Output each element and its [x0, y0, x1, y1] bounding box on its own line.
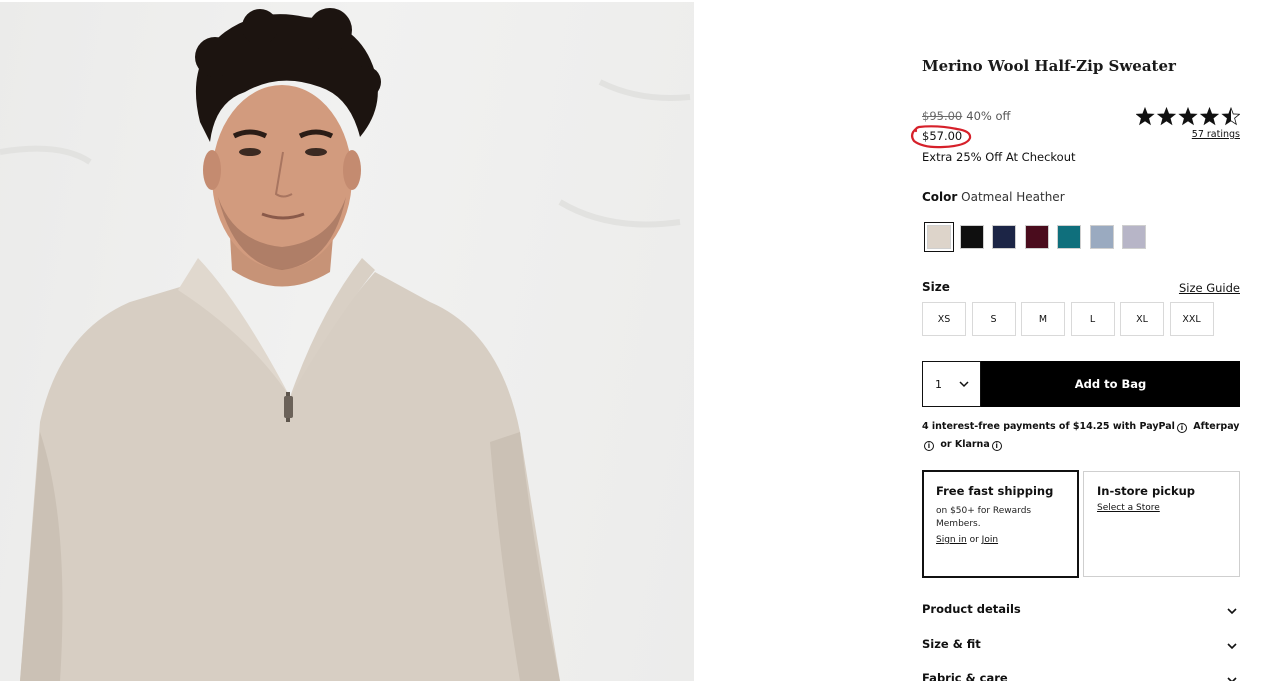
quantity-select[interactable]: 1: [922, 361, 981, 407]
size-option-xl[interactable]: XL: [1120, 302, 1164, 336]
pickup-option-card[interactable]: In-store pickup Select a Store: [1083, 471, 1240, 577]
chevron-down-icon: [1227, 643, 1237, 650]
info-icon[interactable]: i: [991, 441, 1002, 451]
add-to-bag-button[interactable]: Add to Bag: [981, 361, 1240, 407]
color-swatch[interactable]: [1119, 222, 1149, 252]
info-icon[interactable]: i: [1176, 423, 1187, 433]
accordion-label: Product details: [922, 602, 1021, 616]
color-chip: [992, 225, 1016, 249]
join-link[interactable]: Join: [982, 535, 998, 545]
price-row: $95.00 40% off: [922, 109, 1010, 123]
red-annotation-circle: [910, 125, 972, 149]
accordion-product-details[interactable]: Product details: [922, 602, 1240, 622]
star-icon: [1157, 108, 1176, 125]
size-option-xs[interactable]: XS: [922, 302, 966, 336]
payment-options: 4 interest-free payments of $14.25 with …: [922, 418, 1240, 454]
color-swatch[interactable]: [1022, 222, 1052, 252]
original-price: $95.00: [922, 109, 963, 123]
model-photo-illustration: [0, 8, 691, 681]
chevron-down-icon: [1227, 608, 1237, 615]
color-chip: [959, 225, 984, 249]
star-icon: [1200, 108, 1219, 125]
color-swatch[interactable]: [1054, 222, 1084, 252]
star-icon: [1179, 108, 1197, 125]
shipping-links: Sign in or Join: [936, 535, 1065, 545]
shipping-option-card[interactable]: Free fast shipping on $50+ for Rewards M…: [922, 470, 1079, 578]
star-icon: [1136, 108, 1154, 125]
quantity-value: 1: [935, 377, 942, 391]
accordion-label: Size & fit: [922, 637, 981, 651]
color-chip: [927, 225, 951, 249]
accordion-label: Fabric & care: [922, 671, 1008, 681]
shipping-subtitle: on $50+ for Rewards Members.: [936, 506, 1032, 529]
size-guide-link[interactable]: Size Guide: [1179, 281, 1240, 295]
product-info-panel: Merino Wool Half-Zip Sweater $95.00 40% o…: [910, 0, 1240, 681]
color-label: Color Oatmeal Heather: [922, 190, 1065, 204]
or-text: or: [969, 535, 979, 545]
pickup-title: In-store pickup: [1097, 484, 1196, 498]
star-rating[interactable]: [1136, 106, 1240, 128]
size-option-xxl[interactable]: XXL: [1169, 302, 1214, 336]
product-image[interactable]: [0, 2, 694, 681]
color-chip: [1122, 225, 1146, 249]
select-store-link[interactable]: Select a Store: [1097, 503, 1226, 513]
klarna-label: Klarna: [954, 439, 990, 450]
size-option-l[interactable]: L: [1070, 302, 1115, 336]
or-text: or: [940, 439, 952, 450]
size-option-s[interactable]: S: [971, 302, 1016, 336]
selected-color-name: Oatmeal Heather: [961, 190, 1065, 204]
accordion-fabric-care[interactable]: Fabric & care: [922, 671, 1240, 681]
sign-in-link[interactable]: Sign in: [936, 535, 967, 545]
color-swatch[interactable]: [924, 222, 954, 252]
color-chip: [1057, 225, 1081, 249]
color-chip: [1024, 225, 1049, 249]
promo-text: Extra 25% Off At Checkout: [922, 150, 1076, 164]
color-heading: Color: [922, 190, 958, 204]
star-icons: [1136, 106, 1240, 126]
product-title: Merino Wool Half-Zip Sweater: [922, 57, 1176, 75]
shipping-title: Free fast shipping: [936, 484, 1054, 498]
color-chip: [1089, 225, 1114, 249]
size-heading: Size: [922, 280, 950, 294]
color-swatch[interactable]: [989, 222, 1019, 252]
chevron-down-icon: [1227, 677, 1237, 681]
paypal-label: PayPal: [1139, 421, 1175, 432]
size-option-m[interactable]: M: [1021, 302, 1065, 336]
payment-text: 4 interest-free payments of $14.25 with: [922, 421, 1137, 432]
info-icon[interactable]: i: [924, 441, 934, 451]
afterpay-label: Afterpay: [1193, 421, 1240, 432]
color-swatch[interactable]: [957, 222, 987, 252]
accordion-size-fit[interactable]: Size & fit: [922, 637, 1240, 657]
discount-percent: 40% off: [966, 109, 1011, 123]
ratings-link[interactable]: 57 ratings: [1192, 129, 1240, 140]
chevron-down-icon: [959, 381, 969, 388]
color-swatch[interactable]: [1087, 222, 1117, 252]
